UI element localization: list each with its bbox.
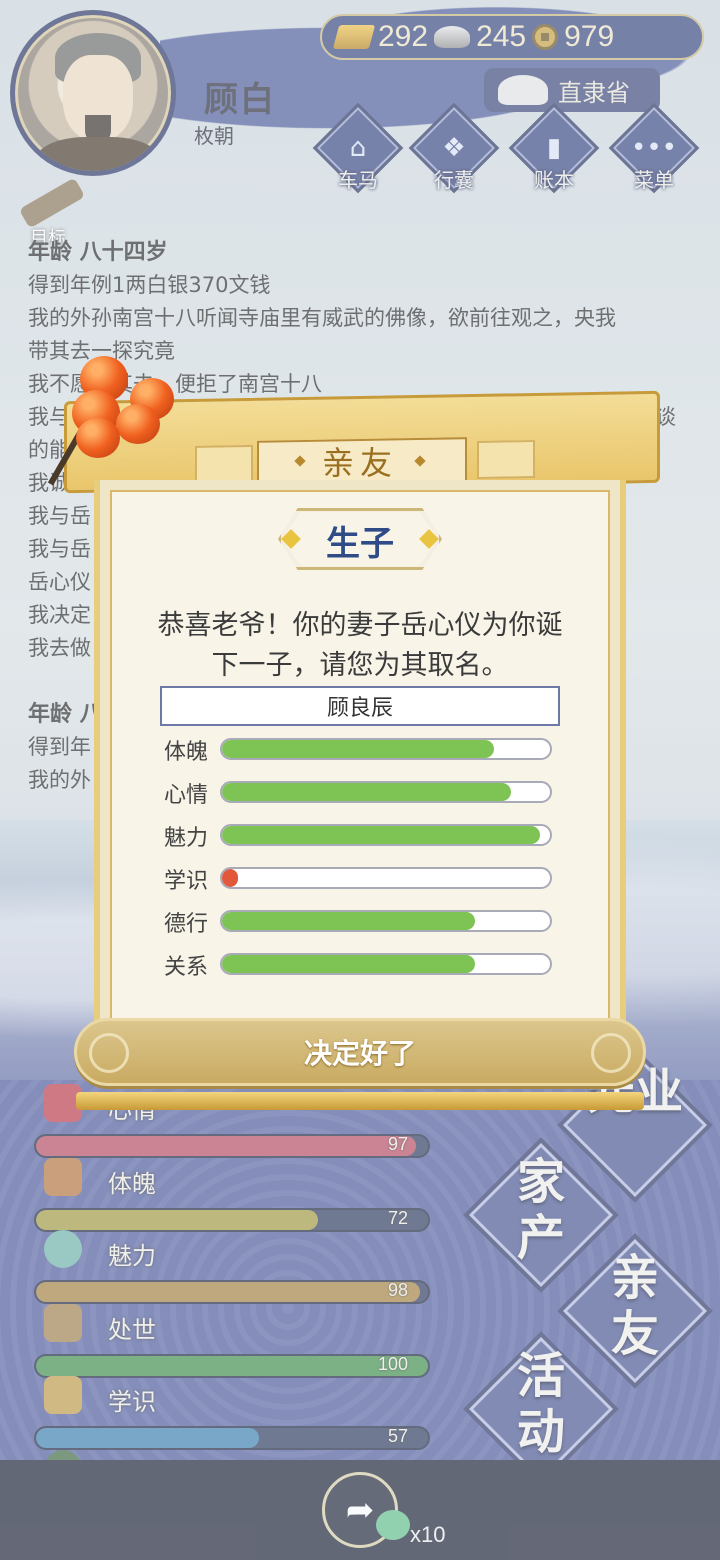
cloud-ornament-icon — [89, 1033, 129, 1073]
modal-subtitle-badge: 生子 — [278, 508, 442, 570]
attr-fill — [222, 955, 475, 973]
attr-fill — [222, 869, 239, 887]
attr-physique: 体魄 — [164, 736, 556, 765]
fruit-icon — [116, 404, 160, 444]
attr-knowledge: 学识 — [164, 865, 556, 894]
attr-charm: 魅力 — [164, 822, 556, 851]
fruit-icon — [76, 418, 120, 458]
modal-message: 恭喜老爷！你的妻子岳心仪为你诞 下一子，请您为其取名。 — [157, 610, 563, 681]
attr-fill — [222, 740, 495, 758]
attr-fill — [222, 826, 541, 844]
scroll-rod — [76, 1092, 644, 1110]
attr-fill — [222, 783, 511, 801]
attr-fill — [222, 912, 475, 930]
attr-mood: 心情 — [164, 779, 556, 808]
attr-relationship: 关系 — [164, 951, 556, 980]
cloud-ornament-icon — [591, 1033, 631, 1073]
attr-virtue: 德行 — [164, 908, 556, 937]
modal-title: 亲友 — [254, 436, 466, 486]
child-name-input[interactable] — [160, 686, 560, 726]
confirm-button[interactable]: 决定好了 — [74, 1018, 646, 1086]
modal-subtitle: 生子 — [326, 524, 394, 564]
